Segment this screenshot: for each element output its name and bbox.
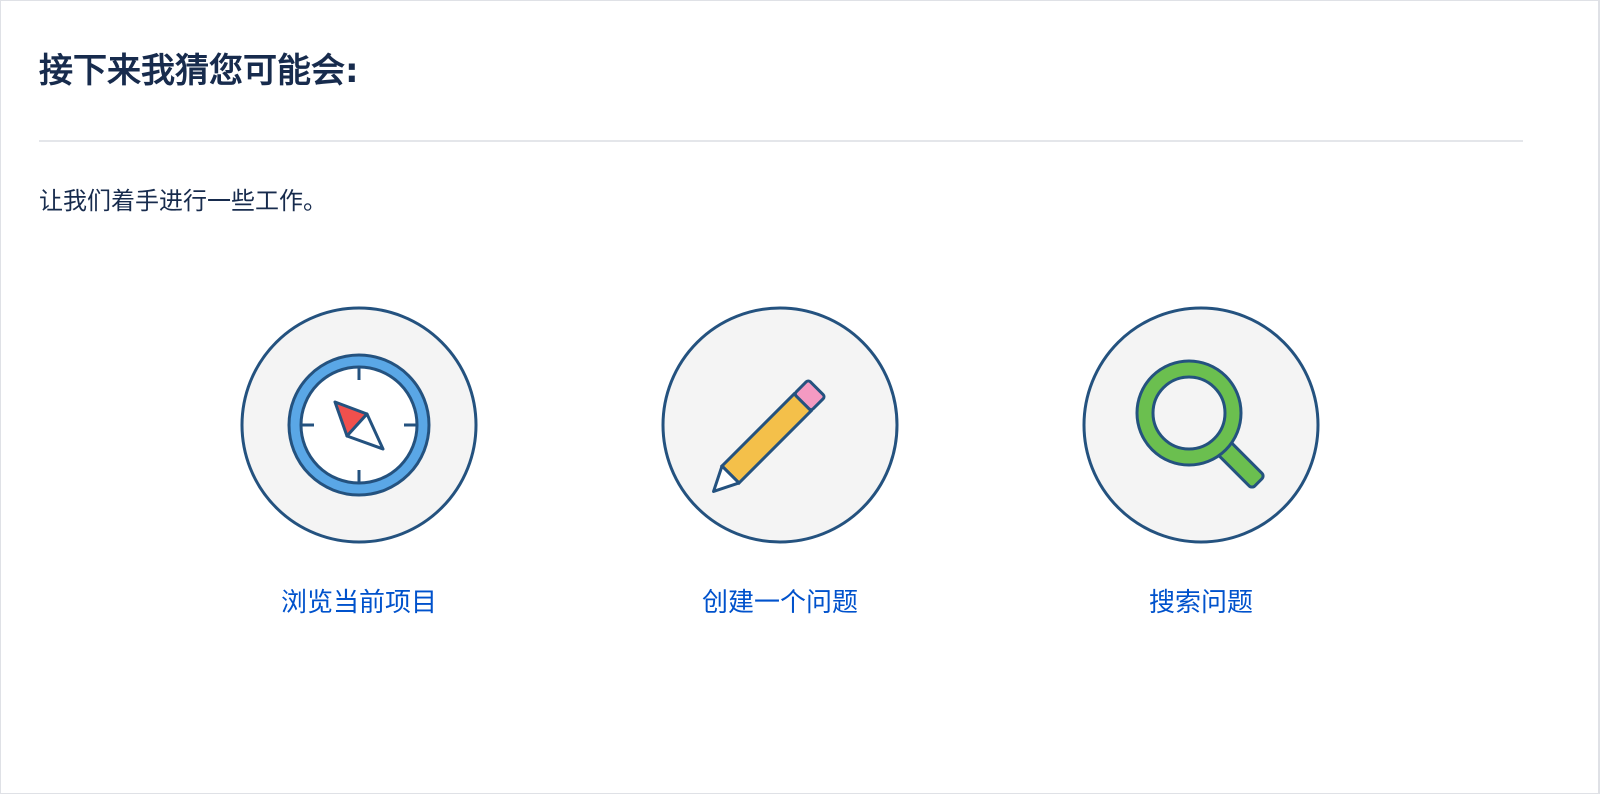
create-issue-label: 创建一个问题 (701, 588, 858, 618)
intro-text: 让我们着手进行一些工作。 (39, 187, 327, 215)
next-steps-panel: 接下来我猜您可能会: 让我们着手进行一些工作。 浏览当前项目 创建一个问题 搜索… (0, 0, 1600, 794)
search-issues-label: 搜索问题 (1148, 588, 1253, 618)
create-issue-link[interactable]: 创建一个问题 (660, 305, 900, 625)
pencil-icon (660, 305, 900, 545)
panel-heading: 接下来我猜您可能会: (39, 51, 359, 91)
search-issues-link[interactable]: 搜索问题 (1081, 305, 1321, 625)
browse-project-link[interactable]: 浏览当前项目 (239, 305, 479, 625)
magnifier-icon (1081, 305, 1321, 545)
compass-icon (239, 305, 479, 545)
browse-project-label: 浏览当前项目 (280, 588, 437, 618)
divider (39, 140, 1523, 142)
